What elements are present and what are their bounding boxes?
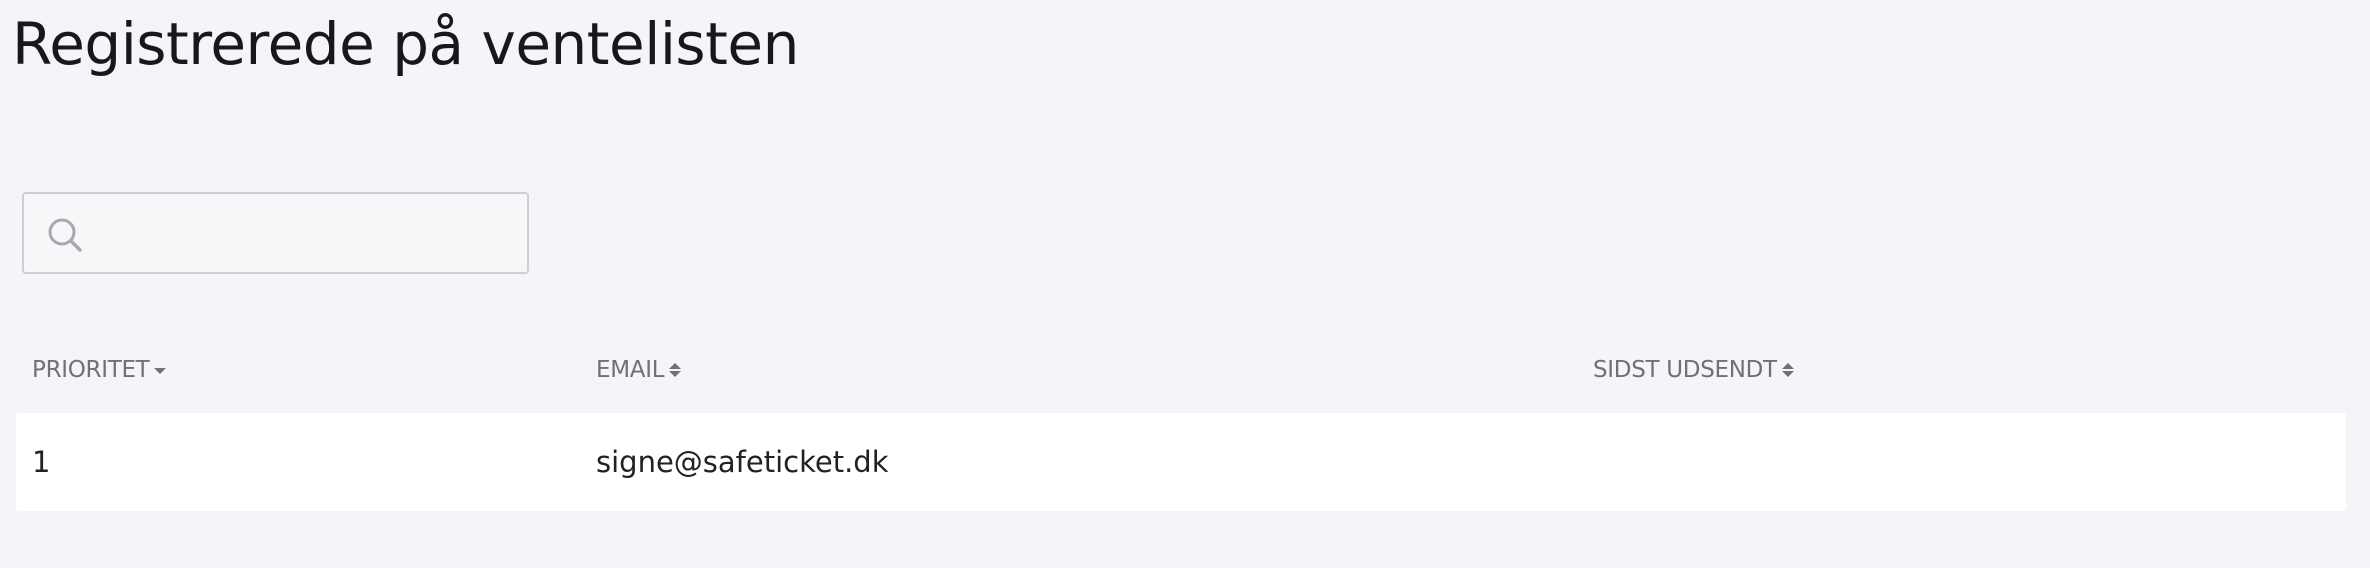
column-header-last-sent[interactable]: SIDST UDSENDT: [1593, 340, 1795, 400]
search-box[interactable]: [22, 192, 529, 274]
sort-icon: [669, 363, 682, 377]
column-header-label: SIDST UDSENDT: [1593, 357, 1777, 383]
column-header-email[interactable]: EMAIL: [596, 340, 682, 400]
column-header-label: PRIORITET: [32, 357, 150, 383]
table-header: PRIORITET EMAIL SIDST UDSENDT: [16, 340, 2346, 400]
search-icon: [48, 218, 82, 252]
table-row[interactable]: 1 signe@safeticket.dk: [16, 413, 2346, 511]
caret-down-icon: [154, 368, 167, 374]
page-title: Registrerede på ventelisten: [12, 10, 799, 78]
search-input[interactable]: [96, 194, 516, 272]
cell-email: signe@safeticket.dk: [596, 445, 889, 479]
cell-priority: 1: [32, 445, 51, 479]
column-header-label: EMAIL: [596, 357, 665, 383]
waitlist-page: Registrerede på ventelisten PRIORITET EM…: [0, 0, 2370, 568]
column-header-priority[interactable]: PRIORITET: [32, 340, 167, 400]
sort-icon: [1781, 363, 1794, 377]
